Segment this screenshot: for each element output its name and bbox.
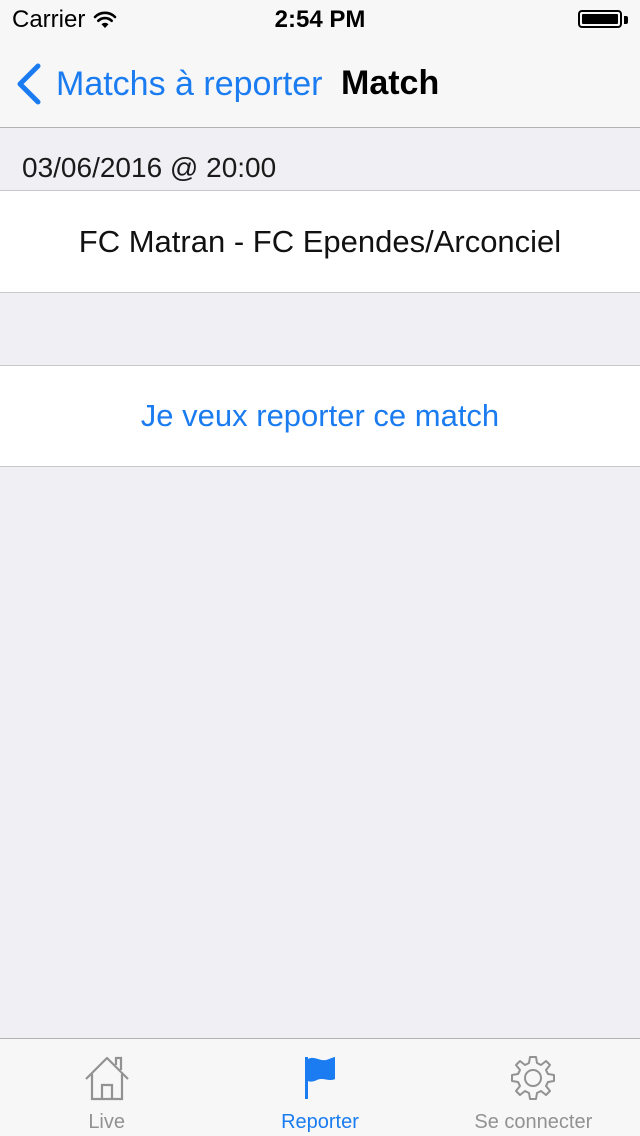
home-icon: [84, 1056, 129, 1101]
flag-icon: [304, 1057, 335, 1099]
tab-reporter[interactable]: Reporter: [213, 1039, 426, 1136]
back-button[interactable]: Matchs à reporter: [14, 62, 322, 106]
battery-icon: [578, 10, 628, 30]
postpone-match-label: Je veux reporter ce match: [140, 398, 500, 433]
tab-se-connecter-label: Se connecter: [474, 1111, 593, 1133]
navigation-bar: Matchs à reporter Match: [0, 40, 640, 128]
tab-live-label: Live: [88, 1111, 126, 1133]
gear-icon: [511, 1056, 556, 1100]
match-cell: FC Matran - FC Ependes/Arconciel: [0, 191, 640, 293]
chevron-left-icon: [17, 63, 41, 105]
tab-live[interactable]: Live: [0, 1039, 213, 1136]
tab-se-connecter[interactable]: Se connecter: [427, 1039, 640, 1136]
tab-reporter-label: Reporter: [281, 1111, 359, 1133]
status-bar: Carrier 2:54 PM: [0, 0, 640, 40]
section-header: 03/06/2016 @ 20:00: [0, 128, 640, 191]
match-datetime: 03/06/2016 @ 20:00: [22, 152, 277, 183]
status-time: 2:54 PM: [274, 6, 366, 33]
tab-bar: Live Reporter Se connecter: [0, 1038, 640, 1136]
page-title: Match: [341, 64, 440, 102]
back-button-label: Matchs à reporter: [56, 64, 323, 103]
match-teams: FC Matran - FC Ependes/Arconciel: [78, 223, 562, 259]
postpone-match-button[interactable]: Je veux reporter ce match: [0, 365, 640, 467]
